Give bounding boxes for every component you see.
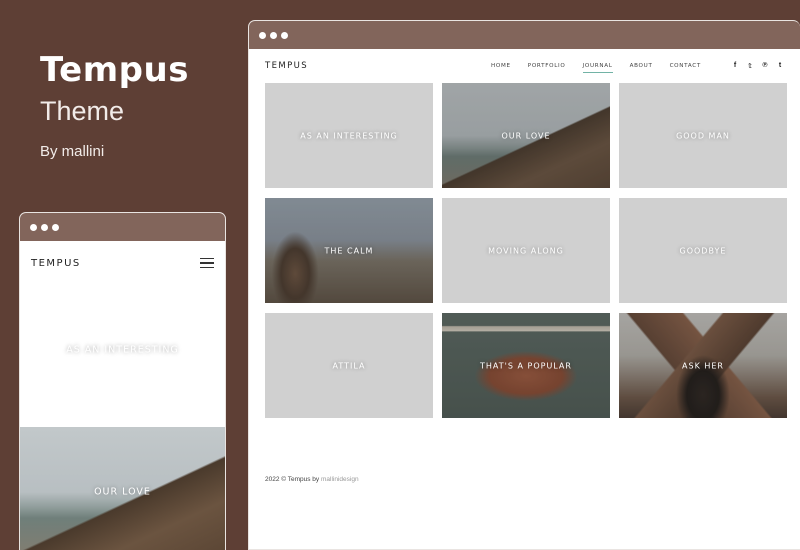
tile-title: OUR LOVE	[94, 486, 151, 498]
menu-item-about[interactable]: ABOUT	[630, 63, 653, 69]
promo-title: Tempus	[40, 50, 189, 90]
tile-title: OUR LOVE	[501, 131, 551, 140]
tile-title: THE CALM	[324, 246, 374, 255]
portfolio-tile[interactable]: AS AN INTERESTING	[265, 83, 433, 188]
portfolio-tile[interactable]: THAT'S A POPULAR	[442, 313, 610, 418]
promo-block: Tempus Theme By mallini	[40, 50, 189, 160]
menu-item-journal[interactable]: JOURNAL	[582, 63, 613, 73]
facebook-icon[interactable]: f	[731, 62, 739, 70]
twitter-icon[interactable]: 𝕥	[746, 62, 754, 70]
desktop-brand-logo[interactable]: TEMPUS	[265, 61, 308, 71]
window-dot-icon	[30, 223, 37, 231]
portfolio-grid: AS AN INTERESTING OUR LOVE GOOD MAN THE …	[265, 83, 787, 418]
portfolio-tile[interactable]: GOODBYE	[619, 198, 787, 303]
tile-title: MOVING ALONG	[488, 246, 564, 255]
pinterest-icon[interactable]: ℗	[761, 62, 769, 70]
main-menu: HOME PORTFOLIO JOURNAL ABOUT CONTACT	[474, 63, 701, 73]
portfolio-tile[interactable]: ASK HER	[619, 313, 787, 418]
tile-title: ASK HER	[682, 361, 724, 370]
desktop-window: TEMPUS HOME PORTFOLIO JOURNAL ABOUT CONT…	[248, 20, 800, 550]
tile-title: AS AN INTERESTING	[300, 131, 398, 140]
window-dot-icon	[270, 31, 277, 39]
hamburger-menu-icon[interactable]	[200, 258, 214, 268]
portfolio-tile[interactable]: OUR LOVE	[442, 83, 610, 188]
tile-title: AS AN INTERESTING	[66, 344, 179, 356]
mobile-header: TEMPUS	[20, 241, 225, 285]
portfolio-tile[interactable]: MOVING ALONG	[442, 198, 610, 303]
footer-copyright: 2022 © Tempus by	[265, 476, 321, 483]
menu-item-portfolio[interactable]: PORTFOLIO	[528, 63, 566, 69]
promo-byline: By mallini	[40, 143, 105, 160]
promo-subtitle: Theme	[40, 96, 125, 126]
footer-author-link[interactable]: mallinidesign	[321, 476, 359, 483]
mobile-window: TEMPUS AS AN INTERESTING OUR LOVE	[19, 212, 226, 550]
mobile-window-titlebar	[20, 213, 225, 241]
tile-title: GOODBYE	[679, 246, 727, 255]
desktop-window-titlebar	[249, 21, 800, 49]
portfolio-tile[interactable]: ATTILA	[265, 313, 433, 418]
tile-title: GOOD MAN	[676, 131, 730, 140]
mobile-brand-logo[interactable]: TEMPUS	[31, 258, 81, 269]
desktop-header: TEMPUS HOME PORTFOLIO JOURNAL ABOUT CONT…	[249, 49, 800, 83]
tumblr-icon[interactable]: t	[776, 62, 784, 70]
mobile-portfolio-tile[interactable]: OUR LOVE	[20, 427, 225, 550]
menu-item-contact[interactable]: CONTACT	[670, 63, 701, 69]
social-links: f 𝕥 ℗ t	[731, 62, 784, 70]
window-dot-icon	[259, 31, 266, 39]
window-dot-icon	[41, 223, 48, 231]
portfolio-tile[interactable]: GOOD MAN	[619, 83, 787, 188]
menu-item-home[interactable]: HOME	[491, 63, 511, 69]
portfolio-tile[interactable]: THE CALM	[265, 198, 433, 303]
site-footer: 2022 © Tempus by mallinidesign	[265, 476, 359, 483]
mobile-portfolio-tile[interactable]: AS AN INTERESTING	[20, 285, 225, 415]
tile-title: ATTILA	[332, 361, 366, 370]
window-dot-icon	[52, 223, 59, 231]
tile-title: THAT'S A POPULAR	[480, 361, 572, 370]
window-dot-icon	[281, 31, 288, 39]
